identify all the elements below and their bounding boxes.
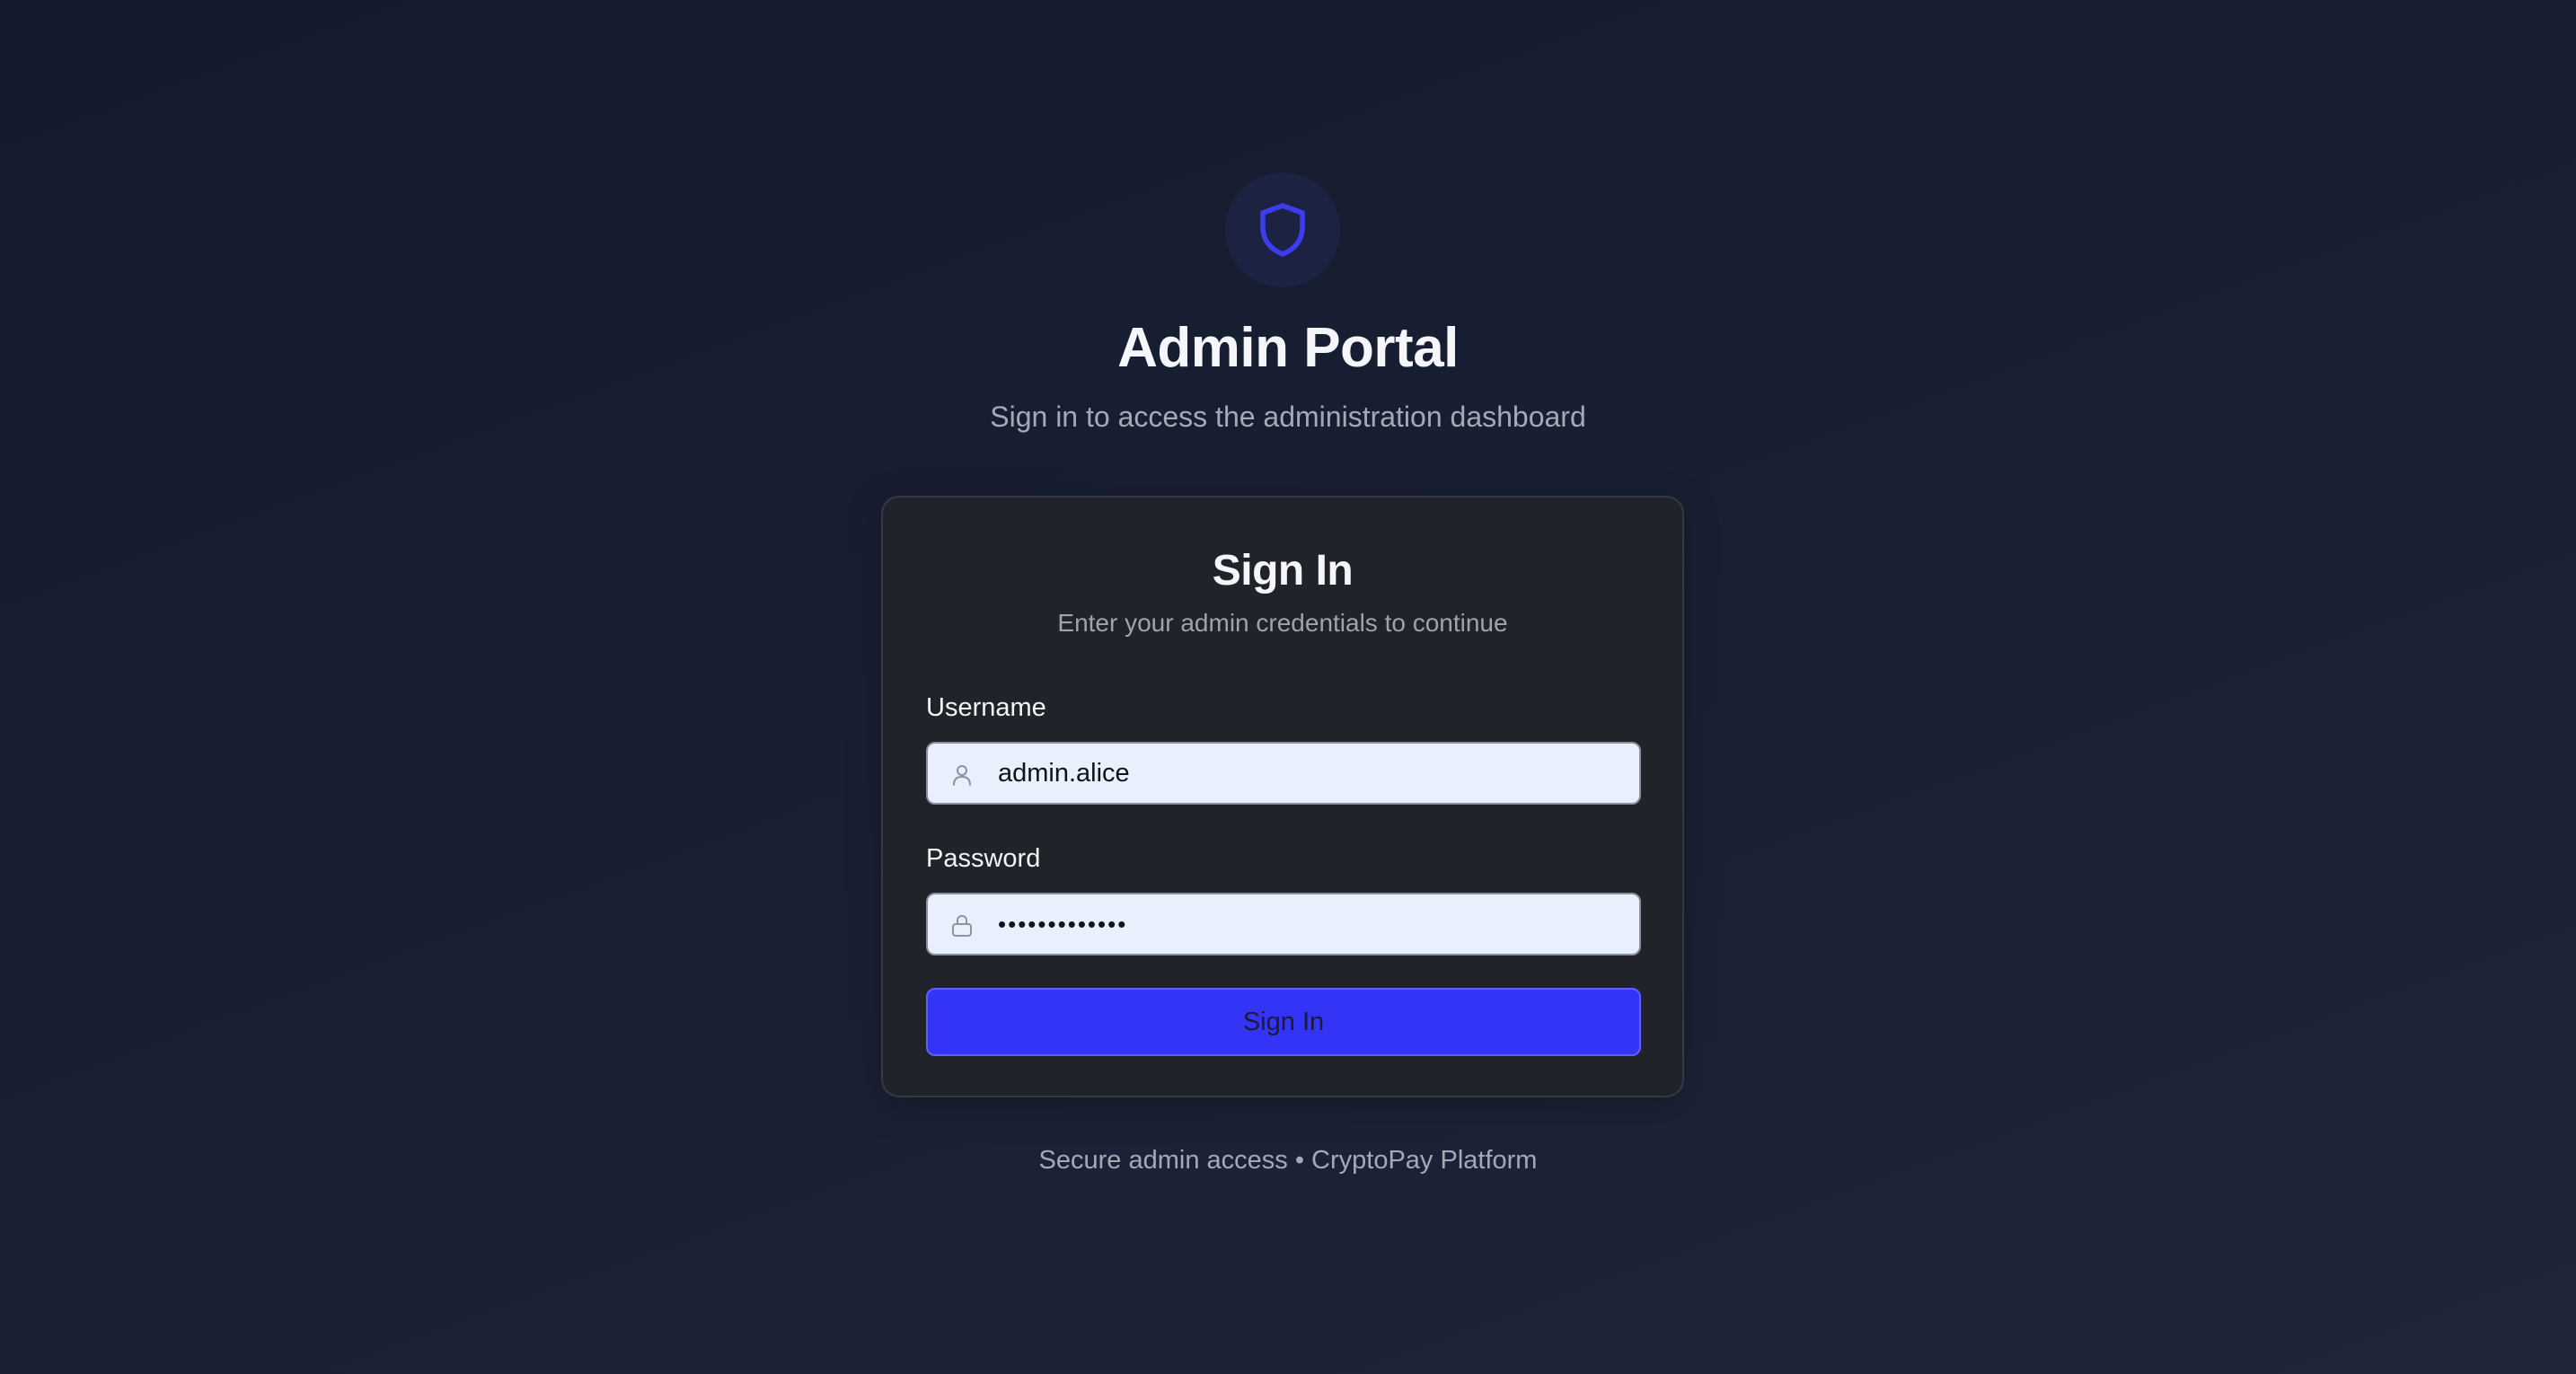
page-title: Admin Portal bbox=[1117, 317, 1459, 379]
lock-icon bbox=[952, 914, 972, 937]
logo-badge bbox=[1225, 172, 1340, 287]
footer-text: Secure admin access • CryptoPay Platform bbox=[1038, 1146, 1538, 1175]
password-value: ••••••••••••• bbox=[998, 911, 1128, 938]
card-title: Sign In bbox=[1212, 547, 1354, 595]
card-subtitle: Enter your admin credentials to continue bbox=[1057, 609, 1508, 637]
password-label: Password bbox=[926, 844, 1041, 873]
username-field[interactable]: admin.alice bbox=[926, 742, 1641, 805]
sign-in-button[interactable]: Sign In bbox=[926, 988, 1641, 1056]
username-label: Username bbox=[926, 693, 1046, 722]
password-field[interactable]: ••••••••••••• bbox=[926, 893, 1641, 956]
user-icon bbox=[953, 765, 971, 786]
shield-icon bbox=[1260, 203, 1305, 257]
login-card: Sign In Enter your admin credentials to … bbox=[881, 496, 1684, 1097]
username-value: admin.alice bbox=[998, 759, 1130, 788]
page-subtitle: Sign in to access the administration das… bbox=[990, 401, 1586, 433]
